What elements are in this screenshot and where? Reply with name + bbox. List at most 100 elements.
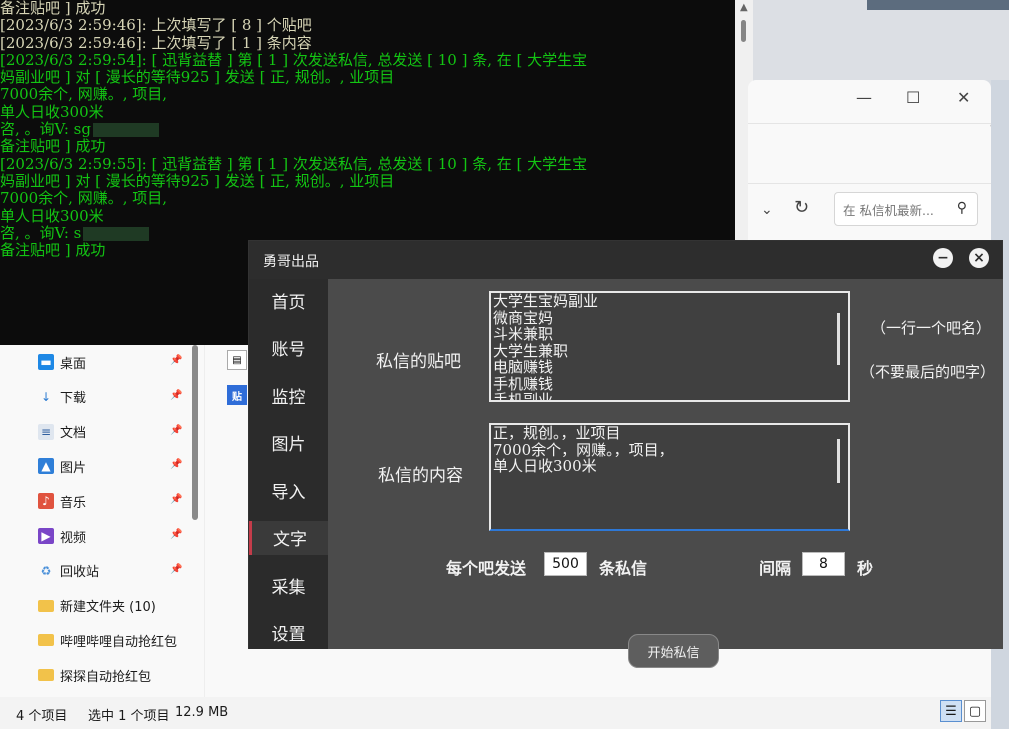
console-line: 单人日收300米 <box>0 102 104 121</box>
navigation-pane: ▬ 桌面 📌 ↓ 下载 📌 ≡ 文档 📌 ▲ 图片 📌 ♪ 音乐 📌 ▶ 视频 📌 ♻ 回收站 📌 新建文件夹 (10) 哔… <box>0 345 192 697</box>
search-box[interactable]: ⚲ <box>834 192 978 227</box>
sidebar-item[interactable]: ▬ 桌面 <box>38 352 86 372</box>
per-bar-label: 每个吧发送 <box>446 559 527 578</box>
textarea-line: 手机赚钱 <box>493 374 554 393</box>
nav-item[interactable]: 设置 <box>249 616 328 650</box>
sidebar-scrollbar[interactable] <box>192 345 198 520</box>
pin-icon[interactable]: 📌 <box>170 355 182 366</box>
sidebar-item[interactable]: ♻ 回收站 <box>38 561 99 581</box>
background-window-titlebar <box>867 0 1009 10</box>
sidebar-item[interactable]: ≡ 文档 <box>38 422 86 442</box>
minimize-button[interactable]: — <box>856 88 872 107</box>
nav-item[interactable]: 文字 <box>249 520 328 555</box>
hint-no-suffix: （不要最后的吧字） <box>860 363 996 381</box>
nav-item[interactable]: 首页 <box>249 283 328 317</box>
textarea-scrollbar[interactable] <box>837 313 840 365</box>
sidebar-item[interactable]: 新建文件夹 (10) <box>38 596 156 616</box>
tieba-textarea[interactable]: 大学生宝妈副业 微商宝妈 斗米兼职 大学生兼职 电脑赚钱 手机赚钱 手机副业 <box>489 291 850 402</box>
content-textarea[interactable]: 正，规创。，业项目 7000余个，网赚。，项目， 单人日收300米 <box>489 423 850 531</box>
desktop-icon: ▬ <box>38 354 54 370</box>
textarea-line: 斗米兼职 <box>493 325 554 343</box>
recycle-bin-icon: ♻ <box>40 563 52 578</box>
status-bar: 4 个项目 选中 1 个项目 12.9 MB ☰ ▢ <box>0 697 991 729</box>
textarea-line: 正，规创。，业项目 <box>493 424 621 442</box>
app-sidebar: 首页账号监控图片导入文字采集设置 <box>249 279 328 649</box>
pin-icon[interactable]: 📌 <box>170 494 182 505</box>
app-titlebar: 勇哥出品 − × <box>249 241 1002 279</box>
console-line: 备注贴吧 ] 成功 <box>0 0 106 17</box>
console-line: [2023/6/3 2:59:46]: 上次填写了 [ 1 ] 条内容 <box>0 33 312 52</box>
refresh-icon[interactable]: ↻ <box>794 197 809 218</box>
minimize-circle-icon[interactable]: − <box>933 248 953 268</box>
pin-icon[interactable]: 📌 <box>170 459 182 470</box>
close-button[interactable]: ✕ <box>957 88 970 107</box>
sidebar-item[interactable]: ↓ 下载 <box>38 387 86 407</box>
console-line: 备注贴吧 ] 成功 <box>0 137 106 156</box>
redacted-blur <box>83 226 150 241</box>
textarea-line: 单人日收300米 <box>493 457 597 475</box>
selected-size: 12.9 MB <box>175 705 229 720</box>
hint-one-per-line: （一行一个吧名） <box>871 319 992 337</box>
sidebar-item[interactable]: ▶ 视频 <box>38 526 86 546</box>
content-label: 私信的内容 <box>378 466 463 486</box>
scroll-thumb[interactable] <box>741 20 746 42</box>
textarea-line: 大学生兼职 <box>493 341 569 360</box>
nav-item[interactable]: 监控 <box>249 378 328 412</box>
app-window: 勇哥出品 − × 首页账号监控图片导入文字采集设置 私信的贴吧 大学生宝妈副业微… <box>248 240 1003 668</box>
tieba-label: 私信的贴吧 <box>376 352 461 372</box>
sidebar-item-label: 音乐 <box>60 495 87 511</box>
start-message-button[interactable]: 开始私信 <box>628 634 719 668</box>
textarea-scrollbar[interactable] <box>837 439 840 483</box>
console-line: [2023/6/3 2:59:54]: [ 迅背益替 ] 第 [ 1 ] 次发送… <box>0 50 588 69</box>
maximize-button[interactable]: ☐ <box>906 88 920 107</box>
textarea-line: 电脑赚钱 <box>493 358 554 376</box>
download-icon: ↓ <box>40 389 52 404</box>
redacted-blur <box>92 123 159 138</box>
app-title: 勇哥出品 <box>263 254 319 270</box>
scroll-up-arrow-icon[interactable]: ▲ <box>740 2 748 13</box>
pin-icon[interactable]: 📌 <box>170 564 182 575</box>
console-line: 妈副业吧 ] 对 [ 漫长的等待925 ] 发送 [ 正, 规创。, 业项目 <box>0 68 395 87</box>
chevron-down-icon[interactable]: ⌄ <box>761 202 773 218</box>
console-line-text: 咨, 。询V: sg <box>0 120 91 139</box>
close-circle-icon[interactable]: × <box>969 248 989 268</box>
nav-item[interactable]: 采集 <box>249 568 328 602</box>
sidebar-item[interactable]: ♪ 音乐 <box>38 491 86 511</box>
nav-item[interactable]: 账号 <box>249 331 328 365</box>
sidebar-item-label: 视频 <box>60 530 87 546</box>
sidebar-item-label: 哔哩哔哩自动抢红包 <box>60 634 178 650</box>
search-input[interactable] <box>841 193 953 227</box>
sidebar-item[interactable]: 哔哩哔哩自动抢红包 <box>38 630 177 650</box>
nav-item[interactable]: 图片 <box>249 426 328 460</box>
per-bar-input[interactable]: 500 <box>544 552 587 576</box>
sidebar-item-label: 图片 <box>60 460 87 476</box>
selected-count: 选中 1 个项目 <box>88 709 170 724</box>
interval-input[interactable]: 8 <box>802 552 845 576</box>
tieba-app-icon[interactable]: 贴 <box>227 385 247 405</box>
interval-label: 间隔 <box>759 559 792 578</box>
sidebar-item-label: 文档 <box>60 426 87 442</box>
console-line: [2023/6/3 2:59:55]: [ 迅背益替 ] 第 [ 1 ] 次发送… <box>0 154 588 173</box>
textarea-line: 大学生宝妈副业 <box>493 292 599 310</box>
sidebar-item[interactable]: ▲ 图片 <box>38 456 86 476</box>
divider <box>748 123 991 124</box>
details-view-button[interactable]: ☰ <box>940 700 962 722</box>
file-icon[interactable]: ▤ <box>227 350 247 370</box>
video-icon: ▶ <box>38 528 54 544</box>
pin-icon[interactable]: 📌 <box>170 390 182 401</box>
folder-icon <box>38 634 54 647</box>
item-count: 4 个项目 <box>16 709 68 724</box>
search-icon[interactable]: ⚲ <box>957 200 967 216</box>
pin-icon[interactable]: 📌 <box>170 425 182 436</box>
textarea-line: 微商宝妈 <box>493 308 554 327</box>
nav-item[interactable]: 导入 <box>249 473 328 507</box>
divider <box>748 183 991 184</box>
console-line: 7000余个, 网赚。, 项目, <box>0 189 168 208</box>
sidebar-item[interactable]: 探探自动抢红包 <box>38 665 151 685</box>
sidebar-item-label: 下载 <box>60 391 87 407</box>
per-bar-unit: 条私信 <box>599 559 648 578</box>
pin-icon[interactable]: 📌 <box>170 529 182 540</box>
textarea-line: 7000余个，网赚。，项目， <box>493 440 674 459</box>
sidebar-item-label: 探探自动抢红包 <box>60 669 152 685</box>
tiles-view-button[interactable]: ▢ <box>964 700 986 722</box>
